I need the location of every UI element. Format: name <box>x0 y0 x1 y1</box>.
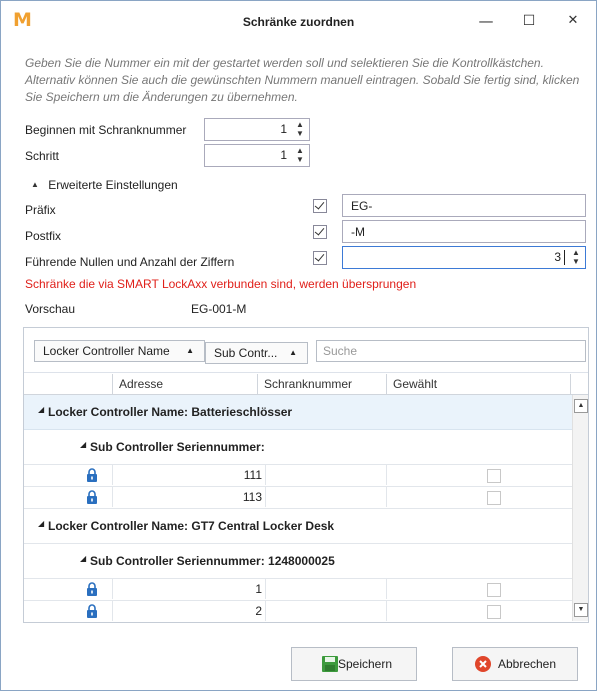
selected-cell <box>386 579 573 599</box>
column-header-selected[interactable]: Gewählt <box>386 374 571 394</box>
cabinet-number-cell[interactable] <box>265 465 386 485</box>
group-row-subcontroller[interactable]: ◢ Sub Controller Seriennummer: 124800002… <box>24 544 572 579</box>
group-row-controller[interactable]: ◢ Locker Controller Name: GT7 Central Lo… <box>24 509 572 544</box>
leading-zeros-label: Führende Nullen und Anzahl der Ziffern <box>25 255 235 269</box>
sort-up-icon: ▲ <box>186 346 194 355</box>
address-cell: 111 <box>112 465 262 485</box>
step-label: Schritt <box>25 149 60 163</box>
group-button-controller[interactable]: Locker Controller Name ▲ <box>34 340 205 362</box>
skip-warning: Schränke die via SMART LockAxx verbunden… <box>25 277 417 291</box>
title-bar: M Schränke zuordnen — ☐ ✕ <box>1 1 596 41</box>
lock-icon <box>87 490 97 504</box>
group-panel: Locker Controller Name ▲ Sub Contr... ▲ … <box>24 328 588 373</box>
prefix-value: EG- <box>351 199 373 213</box>
group-row-label: Locker Controller Name: GT7 Central Lock… <box>48 519 335 533</box>
column-header-address[interactable]: Adresse <box>112 374 257 394</box>
start-number-label: Beginnen mit Schranknummer <box>25 123 187 137</box>
preview-label: Vorschau <box>25 302 76 316</box>
sort-up-icon: ▲ <box>289 348 297 357</box>
table-row[interactable]: 113 <box>24 487 572 509</box>
address-cell: 113 <box>112 487 262 507</box>
cancel-label: Abbrechen <box>497 657 557 671</box>
expand-arrow-icon[interactable]: ◢ <box>80 440 86 449</box>
selected-checkbox[interactable] <box>487 469 501 483</box>
minimize-button[interactable]: — <box>466 9 506 33</box>
postfix-checkbox[interactable] <box>313 225 327 239</box>
advanced-settings-label: Erweiterte Einstellungen <box>48 178 178 192</box>
address-cell: 2 <box>112 601 262 621</box>
column-header-filler <box>570 374 581 394</box>
digits-value: 3 <box>554 250 561 264</box>
window-title: Schränke zuordnen <box>242 15 355 29</box>
table-row[interactable]: 1 <box>24 579 572 601</box>
grid-header: Adresse Schranknummer Gewählt <box>24 374 588 395</box>
prefix-checkbox[interactable] <box>313 199 327 213</box>
locker-grid: Locker Controller Name ▲ Sub Contr... ▲ … <box>23 327 589 623</box>
table-row[interactable]: 111 <box>24 465 572 487</box>
advanced-settings-toggle[interactable]: ▲ Erweiterte Einstellungen <box>31 178 178 192</box>
spinner-arrows-icon[interactable]: ▲ ▼ <box>571 248 581 266</box>
leading-zeros-checkbox[interactable] <box>313 251 327 265</box>
postfix-input[interactable]: -M <box>342 220 586 243</box>
group-row-label: Locker Controller Name: Batterieschlösse… <box>48 405 293 419</box>
cabinet-number-cell[interactable] <box>265 487 386 507</box>
text-caret <box>564 250 565 265</box>
selected-checkbox[interactable] <box>487 605 501 619</box>
save-button[interactable]: Speichern <box>291 647 417 681</box>
group-button-subcontroller[interactable]: Sub Contr... ▲ <box>205 342 308 364</box>
expand-arrow-icon[interactable]: ◢ <box>38 519 44 528</box>
spinner-arrows-icon[interactable]: ▲ ▼ <box>295 146 305 164</box>
cancel-button[interactable]: Abbrechen <box>452 647 578 681</box>
search-input[interactable]: Suche <box>316 340 586 362</box>
save-disk-icon <box>322 656 338 672</box>
spinner-arrows-icon[interactable]: ▲ ▼ <box>295 120 305 138</box>
step-value: 1 <box>280 148 287 162</box>
selected-checkbox[interactable] <box>487 491 501 505</box>
vertical-scrollbar[interactable]: ▲ ▼ <box>572 395 588 621</box>
address-cell: 1 <box>112 579 262 599</box>
instructions-text: Geben Sie die Nummer ein mit der gestart… <box>25 56 580 104</box>
selected-cell <box>386 465 573 485</box>
cancel-x-icon <box>475 656 491 672</box>
collapse-arrow-icon: ▲ <box>31 180 39 189</box>
start-number-spinner[interactable]: 1 ▲ ▼ <box>204 118 310 141</box>
prefix-label: Präfix <box>25 203 56 217</box>
postfix-value: -M <box>351 225 365 239</box>
prefix-input[interactable]: EG- <box>342 194 586 217</box>
preview-value: EG-001-M <box>191 302 247 316</box>
selected-cell <box>386 601 573 621</box>
scroll-up-icon[interactable]: ▲ <box>574 399 588 413</box>
start-number-value: 1 <box>280 122 287 136</box>
maximize-button[interactable]: ☐ <box>509 9 549 33</box>
save-label: Speichern <box>337 657 393 671</box>
lock-icon <box>87 468 97 482</box>
digits-spinner[interactable]: 3 ▲ ▼ <box>342 246 586 269</box>
lock-icon <box>87 604 97 618</box>
step-spinner[interactable]: 1 ▲ ▼ <box>204 144 310 167</box>
group-row-controller[interactable]: ◢ Locker Controller Name: Batterieschlös… <box>24 395 572 430</box>
selected-checkbox[interactable] <box>487 583 501 597</box>
group-row-label: Sub Controller Seriennummer: 1248000025 <box>90 554 335 568</box>
close-button[interactable]: ✕ <box>553 9 593 33</box>
dialog-window: M Schränke zuordnen — ☐ ✕ Geben Sie die … <box>0 0 597 691</box>
expand-arrow-icon[interactable]: ◢ <box>80 554 86 563</box>
group-button-label: Locker Controller Name <box>43 344 170 358</box>
expand-arrow-icon[interactable]: ◢ <box>38 405 44 414</box>
lock-icon <box>87 582 97 596</box>
scroll-down-icon[interactable]: ▼ <box>574 603 588 617</box>
column-header-cabinet-number[interactable]: Schranknummer <box>257 374 384 394</box>
cabinet-number-cell[interactable] <box>265 601 386 621</box>
table-row[interactable]: 2 <box>24 601 572 621</box>
group-row-subcontroller[interactable]: ◢ Sub Controller Seriennummer: <box>24 430 572 465</box>
group-row-label: Sub Controller Seriennummer: <box>90 440 265 454</box>
group-button-label: Sub Contr... <box>214 346 278 360</box>
selected-cell <box>386 487 573 507</box>
cabinet-number-cell[interactable] <box>265 579 386 599</box>
postfix-label: Postfix <box>25 229 62 243</box>
